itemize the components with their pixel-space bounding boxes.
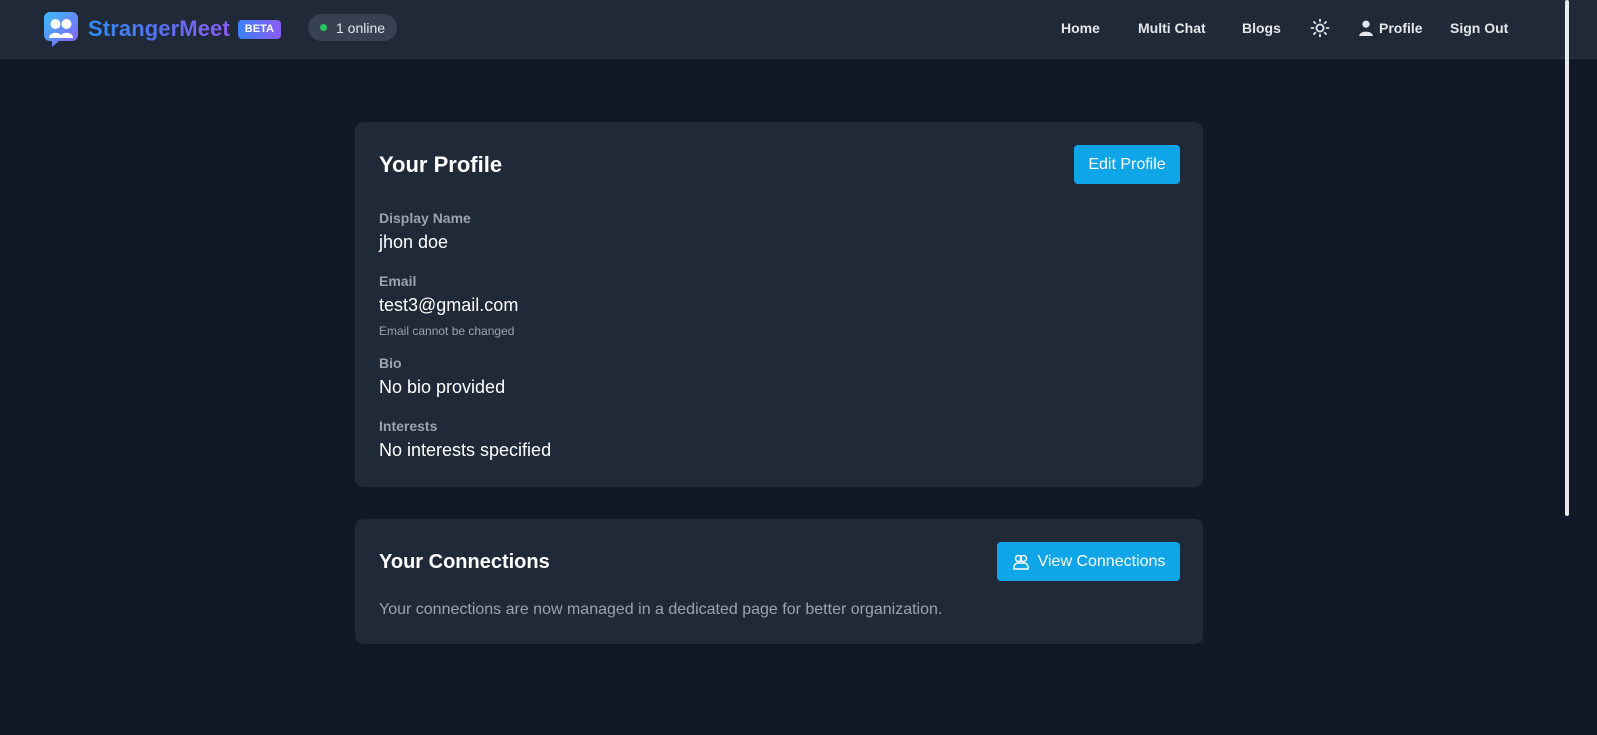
profile-card: Your Profile Edit Profile Display Name j… — [355, 122, 1203, 487]
email-value: test3@gmail.com — [379, 295, 519, 315]
view-connections-button[interactable]: View Connections — [997, 542, 1180, 581]
profile-title: Your Profile — [379, 152, 503, 177]
beta-badge: BETA — [237, 19, 281, 39]
user-icon — [1359, 20, 1373, 36]
nav-home-link[interactable]: Home — [1061, 19, 1100, 37]
connections-title: Your Connections — [379, 551, 550, 573]
brand-name: StrangerMeet — [88, 16, 230, 41]
nav-multi-chat-link[interactable]: Multi Chat — [1138, 19, 1206, 37]
online-count-text: 1 online — [336, 19, 386, 36]
display-name-label: Display Name — [379, 210, 471, 226]
online-status-dot-icon — [320, 24, 327, 31]
nav-profile-link[interactable]: Profile — [1358, 19, 1423, 37]
interests-value: No interests specified — [379, 440, 552, 460]
connections-card: Your Connections View Connections Your c… — [355, 519, 1203, 644]
bio-label: Bio — [379, 355, 402, 371]
view-connections-label: View Connections — [1037, 552, 1166, 570]
users-icon — [1012, 554, 1029, 570]
bio-value: No bio provided — [379, 377, 506, 397]
email-hint: Email cannot be changed — [379, 324, 515, 338]
brand-link[interactable]: StrangerMeet BETA — [43, 11, 281, 47]
top-navbar: StrangerMeet BETA 1 online Home Multi Ch… — [0, 0, 1597, 59]
sun-icon[interactable] — [1310, 18, 1330, 38]
nav-sign-out-link[interactable]: Sign Out — [1450, 19, 1508, 37]
interests-label: Interests — [379, 418, 438, 434]
page-scrollbar[interactable] — [1565, 0, 1569, 516]
online-count-badge: 1 online — [308, 14, 398, 41]
edit-profile-button[interactable]: Edit Profile — [1074, 145, 1180, 184]
connections-description: Your connections are now managed in a de… — [379, 601, 943, 618]
email-label: Email — [379, 273, 417, 289]
nav-blogs-link[interactable]: Blogs — [1242, 19, 1281, 37]
chat-logo-icon — [44, 12, 78, 47]
display-name-value: jhon doe — [379, 232, 449, 252]
nav-profile-label: Profile — [1379, 20, 1423, 36]
